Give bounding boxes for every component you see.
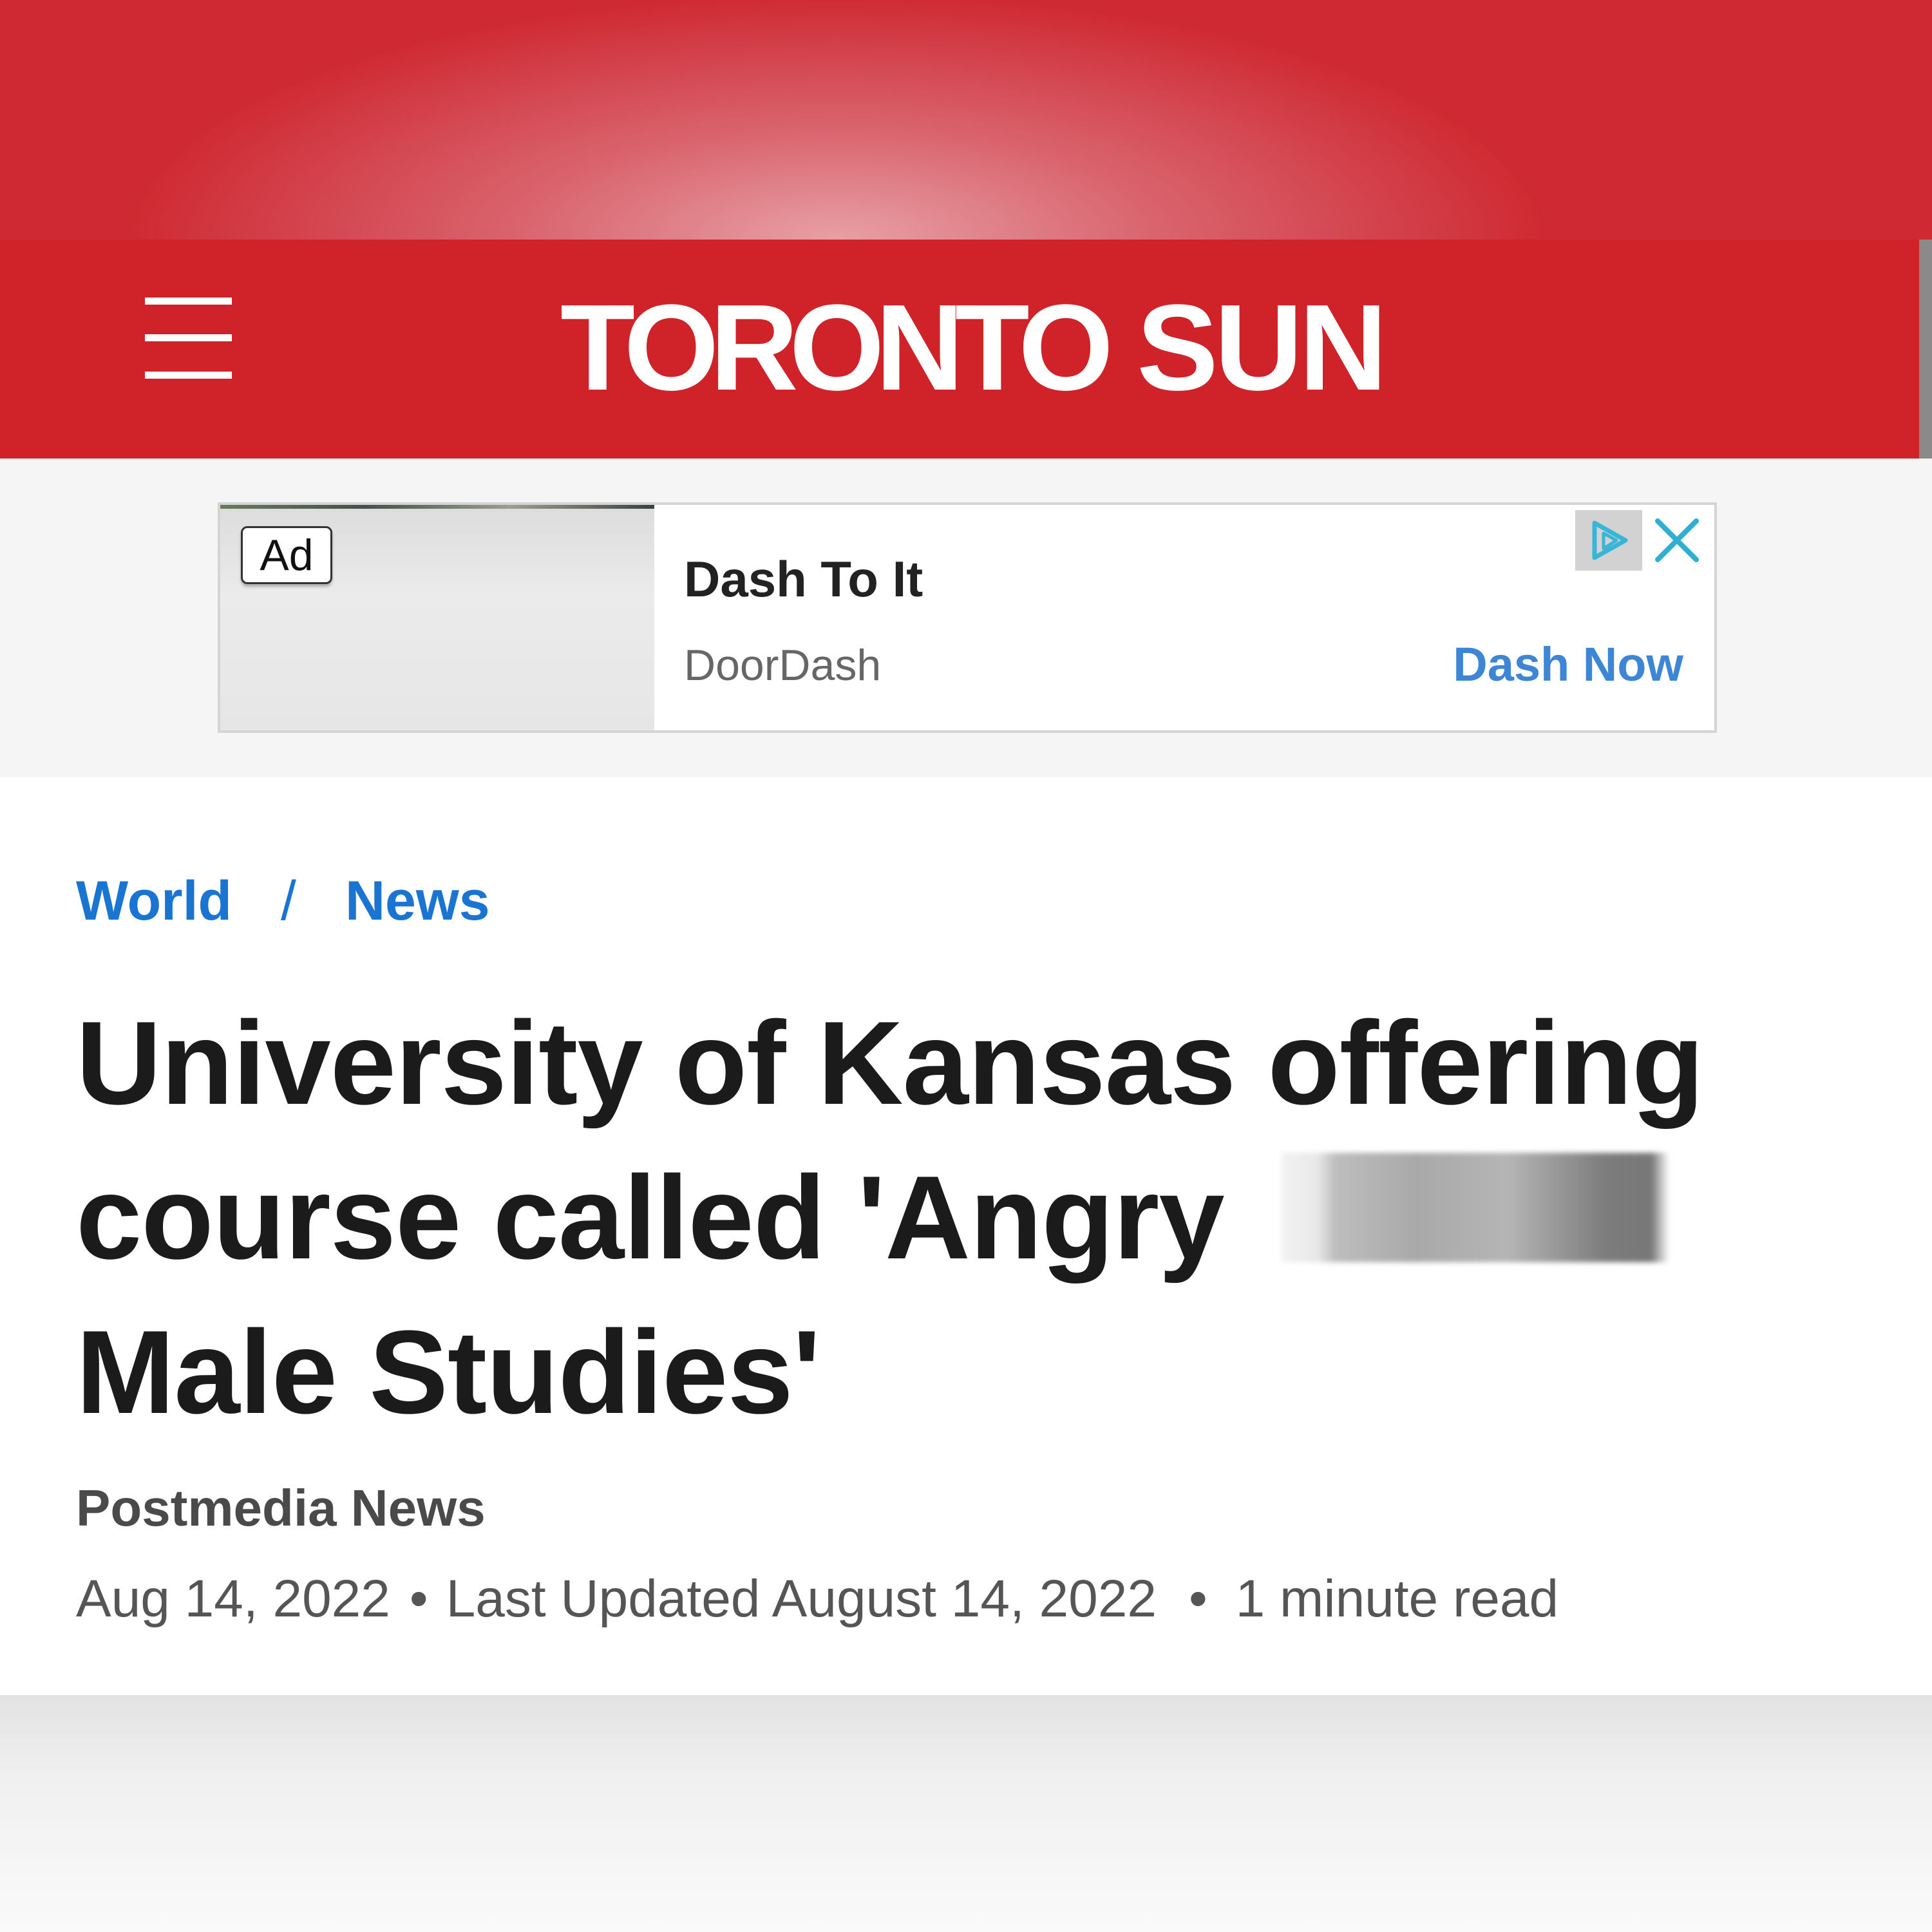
hamburger-menu-icon[interactable] <box>145 298 232 379</box>
meta-separator: • <box>1188 1569 1208 1628</box>
status-bar-area <box>0 0 1932 240</box>
headline-line-3: Male Studies' <box>76 1305 821 1438</box>
page-bottom-fade <box>0 1695 1932 1932</box>
ad-cta-button[interactable]: Dash Now <box>1453 637 1683 692</box>
breadcrumb: World / News <box>76 869 490 933</box>
ad-banner[interactable]: Ad Dash To It DoorDash Dash Now <box>218 502 1717 733</box>
ad-headline[interactable]: Dash To It <box>684 550 923 609</box>
site-logo[interactable]: TORONTO SUN <box>560 277 1387 419</box>
ad-sponsor[interactable]: DoorDash <box>684 640 881 690</box>
adchoices-icon[interactable] <box>1575 510 1642 571</box>
redacted-text-blur <box>1282 1153 1732 1262</box>
article-meta: Aug 14, 2022 • Last Updated August 14, 202… <box>76 1569 1558 1629</box>
last-updated: Last Updated August 14, 2022 <box>446 1569 1157 1628</box>
ad-badge: Ad <box>241 526 332 584</box>
breadcrumb-news[interactable]: News <box>345 870 490 932</box>
publish-date: Aug 14, 2022 <box>76 1569 390 1628</box>
ad-image[interactable]: Ad <box>220 505 654 730</box>
close-icon[interactable] <box>1643 510 1710 571</box>
logo-sun: SUN <box>1137 279 1387 416</box>
ad-image-strip <box>220 505 654 509</box>
read-time: 1 minute read <box>1235 1569 1559 1628</box>
meta-separator: • <box>409 1569 428 1628</box>
logo-toronto: TORONTO <box>560 279 1113 416</box>
article-byline[interactable]: Postmedia News <box>76 1479 486 1538</box>
breadcrumb-separator: / <box>281 870 296 932</box>
headline-line-1: University of Kansas offering <box>76 996 1704 1129</box>
breadcrumb-world[interactable]: World <box>76 870 232 932</box>
